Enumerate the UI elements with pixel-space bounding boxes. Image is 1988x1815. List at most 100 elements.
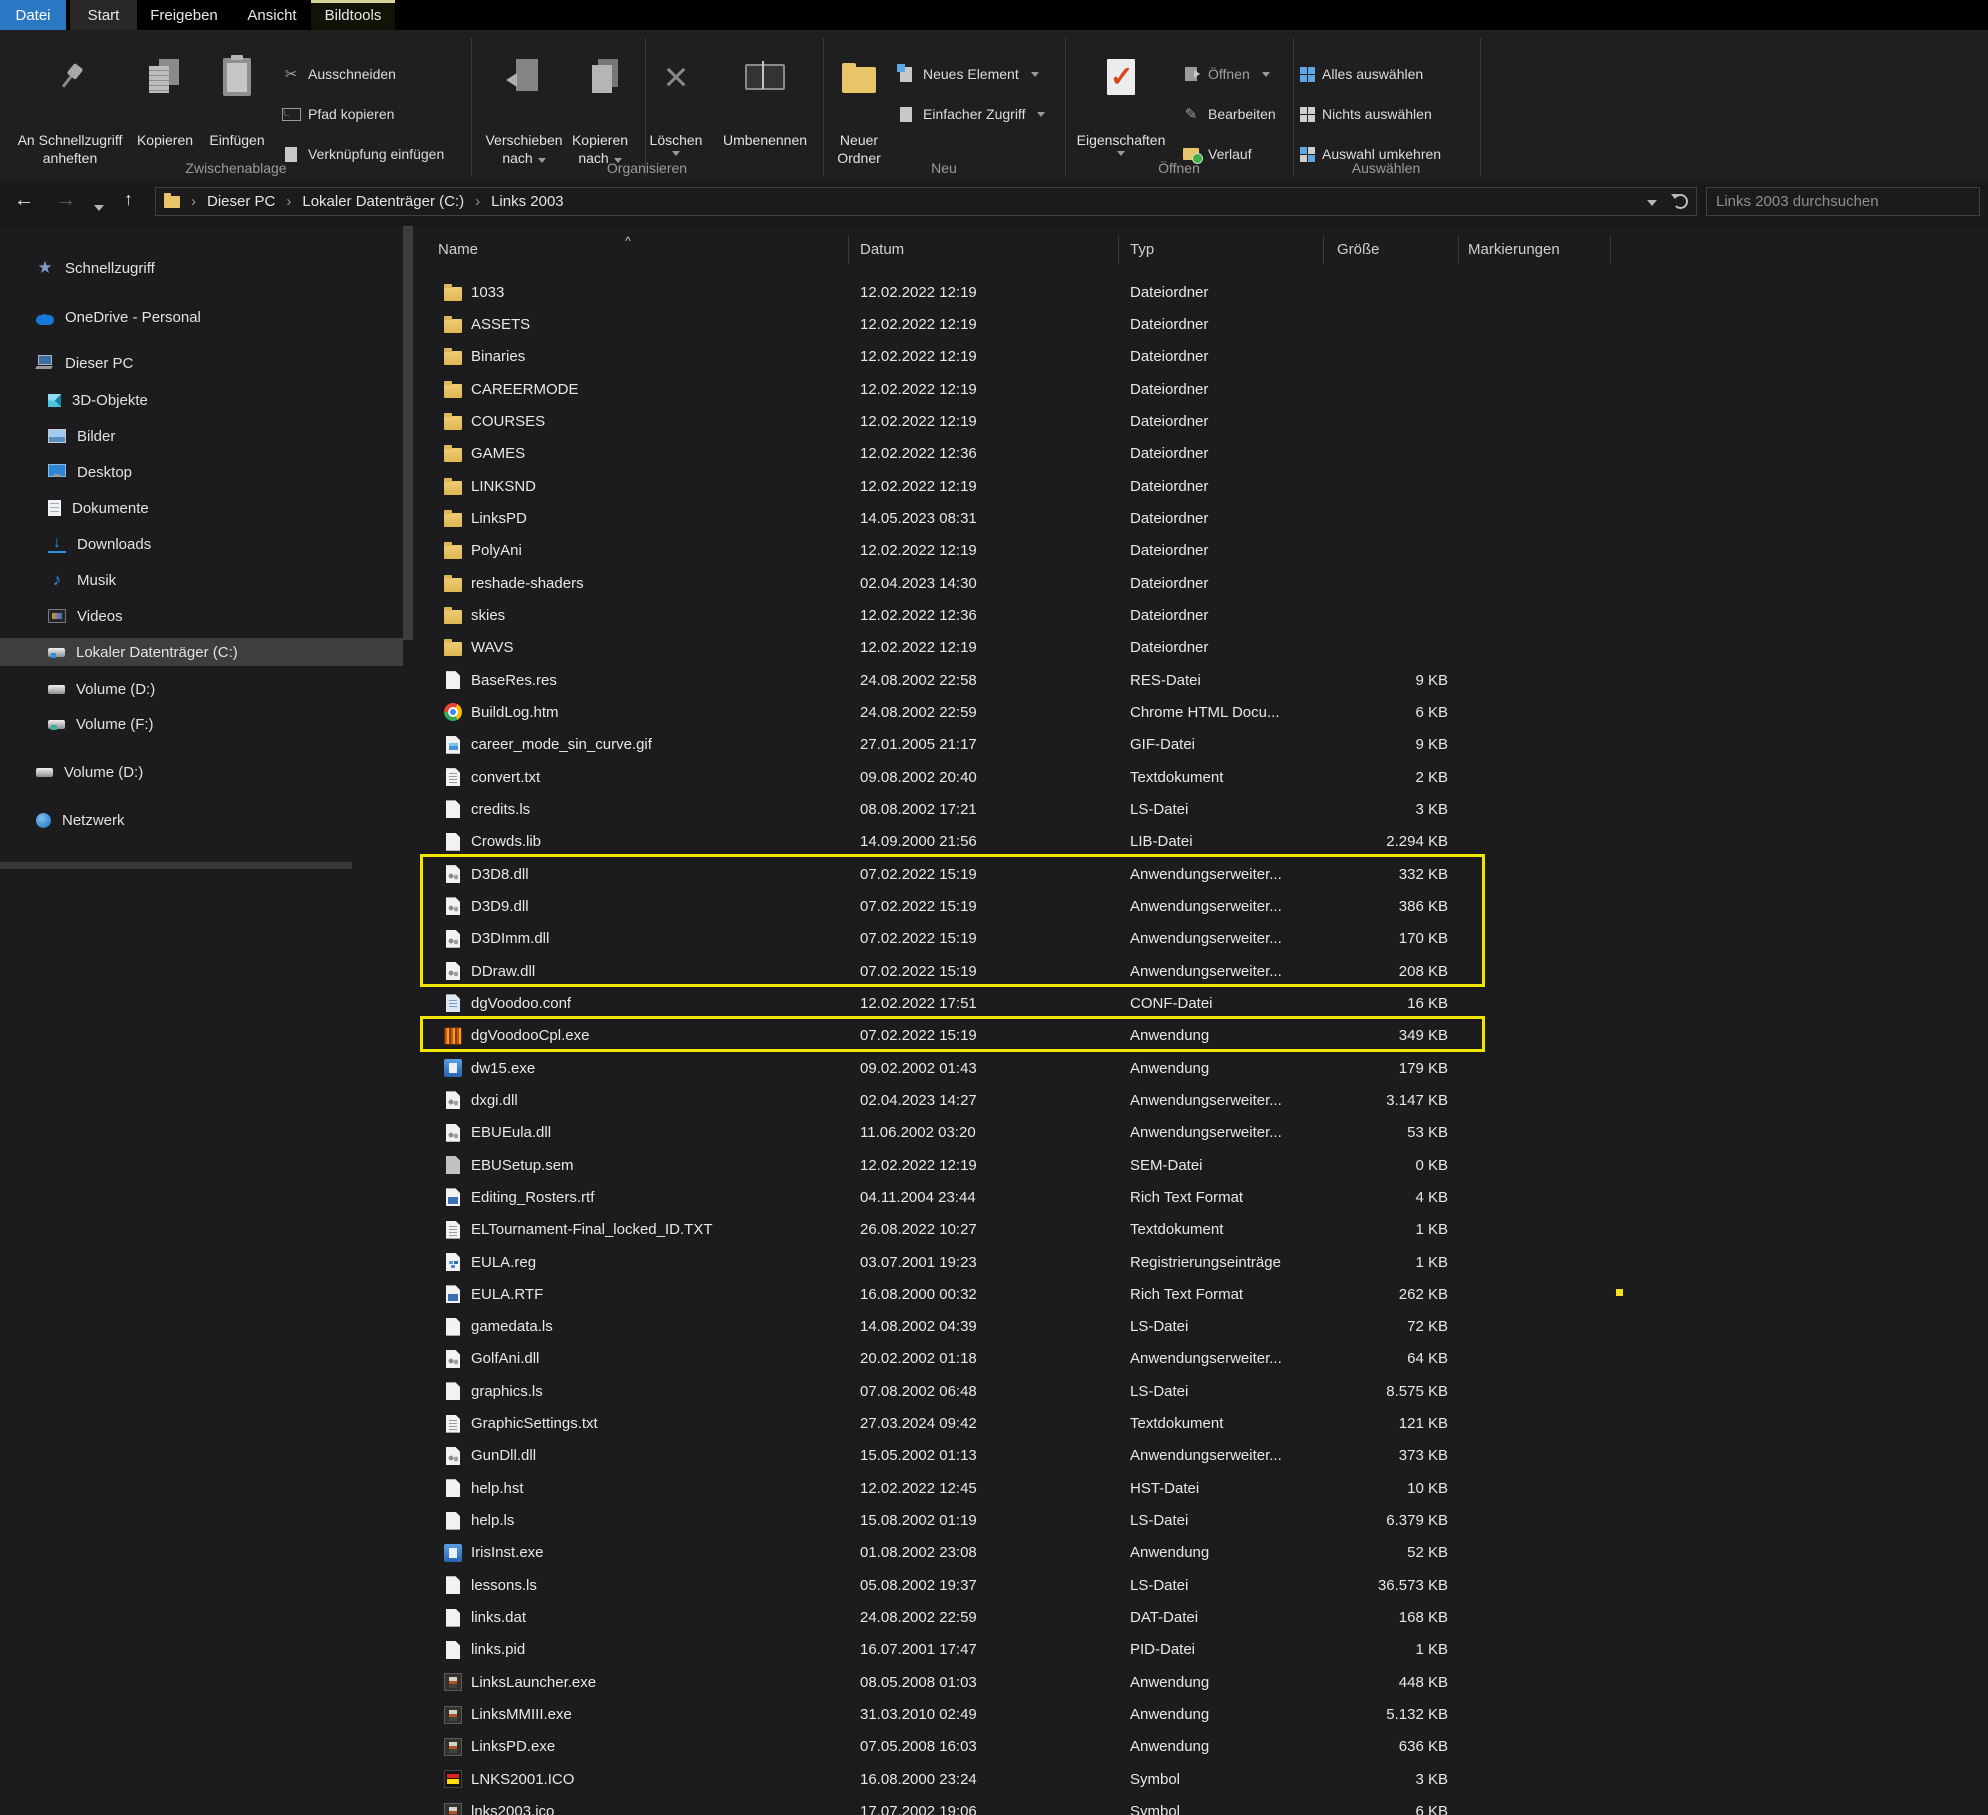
sidebar-item-dieser-pc[interactable]: Dieser PC: [0, 349, 403, 377]
select-none-button[interactable]: Nichts auswählen: [1300, 102, 1432, 126]
column-separator[interactable]: [1610, 236, 1611, 264]
file-row[interactable]: LinksPD.exe07.05.2008 16:03Anwendung636 …: [420, 1731, 1988, 1763]
file-row[interactable]: dxgi.dll02.04.2023 14:27Anwendungserweit…: [420, 1084, 1988, 1116]
forward-button[interactable]: →: [56, 189, 76, 212]
file-row[interactable]: GraphicSettings.txt27.03.2024 09:42Textd…: [420, 1407, 1988, 1439]
search-box[interactable]: [1706, 187, 1980, 216]
sidebar-item-volume-d[interactable]: Volume (D:): [0, 675, 403, 703]
column-separator[interactable]: [1458, 236, 1459, 264]
file-row[interactable]: EBUSetup.sem12.02.2022 12:19SEM-Datei0 K…: [420, 1149, 1988, 1181]
file-row[interactable]: D3D8.dll07.02.2022 15:19Anwendungserweit…: [420, 858, 1988, 890]
file-row[interactable]: dgVoodooCpl.exe07.02.2022 15:19Anwendung…: [420, 1020, 1988, 1052]
file-row[interactable]: 103312.02.2022 12:19Dateiordner: [420, 276, 1988, 308]
sidebar-item-onedrive-personal[interactable]: OneDrive - Personal: [0, 303, 403, 331]
breadcrumb-dieser-pc[interactable]: Dieser PC: [207, 193, 275, 210]
file-row[interactable]: COURSES12.02.2022 12:19Dateiordner: [420, 405, 1988, 437]
file-row[interactable]: EULA.reg03.07.2001 19:23Registrierungsei…: [420, 1246, 1988, 1278]
file-row[interactable]: Binaries12.02.2022 12:19Dateiordner: [420, 341, 1988, 373]
search-input[interactable]: [1707, 188, 1979, 215]
column-header-name[interactable]: ^ Name: [420, 241, 848, 258]
file-row[interactable]: skies12.02.2022 12:36Dateiordner: [420, 599, 1988, 631]
file-row[interactable]: Crowds.lib14.09.2000 21:56LIB-Datei2.294…: [420, 826, 1988, 858]
sidebar-item-volume-f[interactable]: Volume (F:): [0, 710, 403, 738]
file-row[interactable]: LNKS2001.ICO16.08.2000 23:24Symbol3 KB: [420, 1763, 1988, 1795]
file-row[interactable]: LinksPD14.05.2023 08:31Dateiordner: [420, 502, 1988, 534]
select-all-button[interactable]: Alles auswählen: [1300, 62, 1423, 86]
refresh-icon[interactable]: [1673, 194, 1688, 209]
file-row[interactable]: convert.txt09.08.2002 20:40Textdokument2…: [420, 761, 1988, 793]
file-row[interactable]: ASSETS12.02.2022 12:19Dateiordner: [420, 308, 1988, 340]
pin-to-quick-access-button[interactable]: An Schnellzugriff anheften: [8, 36, 132, 176]
file-row[interactable]: PolyAni12.02.2022 12:19Dateiordner: [420, 535, 1988, 567]
file-row[interactable]: graphics.ls07.08.2002 06:48LS-Datei8.575…: [420, 1375, 1988, 1407]
file-row[interactable]: GAMES12.02.2022 12:36Dateiordner: [420, 438, 1988, 470]
open-button[interactable]: Öffnen: [1181, 62, 1270, 86]
breadcrumb-links-2003[interactable]: Links 2003: [491, 193, 564, 210]
file-row[interactable]: links.dat24.08.2002 22:59DAT-Datei168 KB: [420, 1601, 1988, 1633]
file-row[interactable]: dw15.exe09.02.2002 01:43Anwendung179 KB: [420, 1052, 1988, 1084]
file-row[interactable]: career_mode_sin_curve.gif27.01.2005 21:1…: [420, 729, 1988, 761]
address-bar[interactable]: › Dieser PC › Lokaler Datenträger (C:) ›…: [155, 187, 1697, 216]
file-row[interactable]: BuildLog.htm24.08.2002 22:59Chrome HTML …: [420, 696, 1988, 728]
tab-ansicht[interactable]: Ansicht: [234, 0, 310, 30]
sidebar-item-3d-objekte[interactable]: 3D-Objekte: [0, 386, 403, 414]
sidebar-item-volume-d[interactable]: Volume (D:): [0, 758, 403, 786]
column-header-typ[interactable]: Typ: [1118, 241, 1323, 258]
file-row[interactable]: reshade-shaders02.04.2023 14:30Dateiordn…: [420, 567, 1988, 599]
tab-freigeben[interactable]: Freigeben: [144, 0, 224, 30]
file-row[interactable]: LinksLauncher.exe08.05.2008 01:03Anwendu…: [420, 1666, 1988, 1698]
file-row[interactable]: gamedata.ls14.08.2002 04:39LS-Datei72 KB: [420, 1311, 1988, 1343]
file-row[interactable]: GunDll.dll15.05.2002 01:13Anwendungserwe…: [420, 1440, 1988, 1472]
file-row[interactable]: help.hst12.02.2022 12:45HST-Datei10 KB: [420, 1472, 1988, 1504]
file-row[interactable]: EULA.RTF16.08.2000 00:32Rich Text Format…: [420, 1278, 1988, 1310]
file-row[interactable]: EBUEula.dll11.06.2002 03:20Anwendungserw…: [420, 1117, 1988, 1149]
sidebar-item-schnellzugriff[interactable]: Schnellzugriff: [0, 254, 403, 282]
up-button[interactable]: ↑: [124, 189, 133, 210]
sidebar-item-netzwerk[interactable]: Netzwerk: [0, 806, 403, 834]
file-row[interactable]: LINKSND12.02.2022 12:19Dateiordner: [420, 470, 1988, 502]
file-row[interactable]: lnks2003.ico17.07.2002 19:06Symbol6 KB: [420, 1795, 1988, 1815]
file-row[interactable]: D3DImm.dll07.02.2022 15:19Anwendungserwe…: [420, 923, 1988, 955]
file-row[interactable]: Editing_Rosters.rtf04.11.2004 23:44Rich …: [420, 1181, 1988, 1213]
file-row[interactable]: IrisInst.exe01.08.2002 23:08Anwendung52 …: [420, 1537, 1988, 1569]
column-separator[interactable]: [1118, 236, 1119, 264]
sidebar-scrollbar[interactable]: [403, 226, 413, 640]
recent-locations-caret[interactable]: [94, 198, 104, 216]
sidebar-item-bilder[interactable]: Bilder: [0, 422, 403, 450]
copy-to-button[interactable]: Kopieren nach: [560, 36, 640, 176]
sidebar-item-lokaler-datentr-ger-c[interactable]: Lokaler Datenträger (C:): [0, 638, 403, 666]
file-row[interactable]: lessons.ls05.08.2002 19:37LS-Datei36.573…: [420, 1569, 1988, 1601]
new-item-button[interactable]: Neues Element: [896, 62, 1039, 86]
paste-button[interactable]: Einfügen: [205, 36, 269, 176]
tab-bildtools[interactable]: Bildtools: [311, 0, 395, 30]
new-folder-button[interactable]: Neuer Ordner: [820, 36, 898, 176]
tab-datei[interactable]: Datei: [0, 0, 66, 30]
sidebar-horizontal-scrollbar[interactable]: [0, 862, 352, 869]
move-to-button[interactable]: Verschieben nach: [482, 36, 566, 176]
file-row[interactable]: dgVoodoo.conf12.02.2022 17:51CONF-Datei1…: [420, 987, 1988, 1019]
copy-button[interactable]: Kopieren: [133, 36, 197, 176]
easy-access-button[interactable]: Einfacher Zugriff: [896, 102, 1045, 126]
file-row[interactable]: DDraw.dll07.02.2022 15:19Anwendungserwei…: [420, 955, 1988, 987]
file-row[interactable]: D3D9.dll07.02.2022 15:19Anwendungserweit…: [420, 890, 1988, 922]
back-button[interactable]: ←: [14, 189, 34, 212]
rename-button[interactable]: Umbenennen: [715, 36, 815, 176]
sidebar-item-downloads[interactable]: Downloads: [0, 530, 403, 558]
delete-button[interactable]: × Löschen: [641, 36, 711, 176]
file-row[interactable]: credits.ls08.08.2002 17:21LS-Datei3 KB: [420, 793, 1988, 825]
address-dropdown-caret[interactable]: [1647, 193, 1657, 210]
file-row[interactable]: links.pid16.07.2001 17:47PID-Datei1 KB: [420, 1634, 1988, 1666]
column-header-groesse[interactable]: Größe: [1323, 241, 1458, 258]
sidebar-item-videos[interactable]: Videos: [0, 602, 403, 630]
copy-path-button[interactable]: \.. Pfad kopieren: [281, 102, 394, 126]
file-row[interactable]: GolfAni.dll20.02.2002 01:18Anwendungserw…: [420, 1343, 1988, 1375]
file-row[interactable]: BaseRes.res24.08.2002 22:58RES-Datei9 KB: [420, 664, 1988, 696]
file-row[interactable]: help.ls15.08.2002 01:19LS-Datei6.379 KB: [420, 1504, 1988, 1536]
sidebar-item-desktop[interactable]: Desktop: [0, 458, 403, 486]
column-separator[interactable]: [1323, 236, 1324, 264]
column-header-datum[interactable]: Datum: [848, 241, 1118, 258]
column-header-markierungen[interactable]: Markierungen: [1458, 241, 1610, 258]
file-row[interactable]: CAREERMODE12.02.2022 12:19Dateiordner: [420, 373, 1988, 405]
file-row[interactable]: LinksMMIII.exe31.03.2010 02:49Anwendung5…: [420, 1698, 1988, 1730]
file-row[interactable]: WAVS12.02.2022 12:19Dateiordner: [420, 632, 1988, 664]
